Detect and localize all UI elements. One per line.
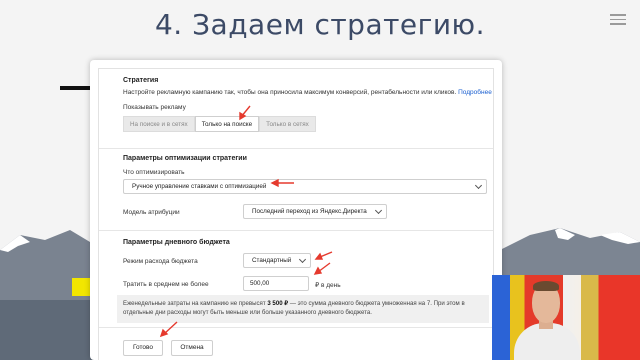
arrow-head (159, 328, 169, 338)
arrow-head (313, 266, 323, 275)
arrow-head (270, 178, 279, 188)
arrow-head (314, 252, 324, 260)
presenter-hair (533, 281, 559, 291)
arrow-budget-mode (319, 251, 333, 258)
webcam-overlay (492, 275, 640, 360)
